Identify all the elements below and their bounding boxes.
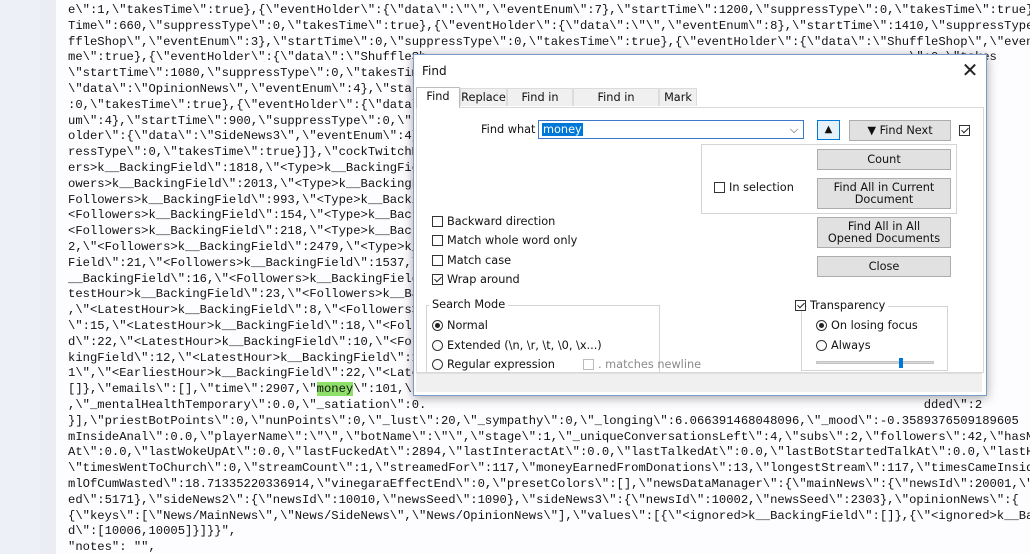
matches-newline-checkbox[interactable] [583, 359, 594, 370]
find-what-label: Find what : [481, 123, 543, 136]
dialog-title: Find [422, 64, 447, 78]
backward-direction-checkbox[interactable] [432, 216, 443, 227]
code-text: mInsideAnal\":0.0,\"playerName\":\"\",\"… [68, 429, 1030, 444]
transparency-slider-thumb[interactable] [899, 358, 903, 368]
always-radio[interactable] [816, 340, 827, 351]
code-text: At\":0.0,\"lastWokeUpAt\":0.0,\"lastFuck… [68, 445, 1030, 460]
transparency-slider[interactable] [816, 358, 934, 368]
code-text: d\":[10006,10005]}]}}", [68, 524, 237, 539]
code-text: Time\":660,\"suppressType\":0,\"takesTim… [68, 18, 1030, 33]
code-line: d\":[10006,10005]}]}}", [68, 523, 236, 539]
always-label: Always [831, 339, 871, 352]
find-what-input[interactable]: money [542, 123, 583, 136]
mode-normal-radio[interactable] [432, 320, 443, 331]
tab-find-in-files[interactable]: Find in Files [507, 88, 573, 122]
code-line: ffleShop\",\"eventEnum\":3},\"startTime\… [68, 34, 1030, 50]
backward-direction-label: Backward direction [447, 215, 556, 228]
fold-margin [40, 0, 56, 554]
code-text: "notes": "", [68, 540, 156, 554]
mode-regex-radio[interactable] [432, 359, 443, 370]
code-text: ffleShop\",\"eventEnum\":3},\"startTime\… [68, 34, 1030, 49]
match-case-label: Match case [447, 254, 512, 267]
close-icon[interactable]: ✕ [954, 55, 986, 87]
match-case-checkbox[interactable] [432, 255, 443, 266]
find-next-button[interactable]: ▼ Find Next [849, 120, 951, 141]
transparency-checkbox[interactable] [795, 300, 806, 311]
find-what-combobox[interactable]: money ⌵ [538, 120, 804, 139]
code-line: At\":0.0,\"lastWokeUpAt\":0.0,\"lastFuck… [68, 444, 1030, 460]
transparency-label: Transparency [807, 299, 889, 312]
code-text: mlOfCumWasted\":18.71335220336914,\"vine… [68, 477, 1030, 491]
match-whole-word-checkbox[interactable] [432, 235, 443, 246]
code-line: \"timesWentToChurch\":0,\"streamCount\":… [68, 460, 1030, 476]
tab-strip: Find Replace Find in Files Find in Proje… [414, 87, 986, 122]
code-line: {\"keys\":[\"News/MainNews\",\"News/Side… [68, 508, 1030, 524]
on-losing-focus-label: On losing focus [831, 319, 918, 332]
tab-mark[interactable]: Mark [659, 88, 697, 106]
find-all-current-document-button[interactable]: Find All in Current Document [817, 178, 951, 209]
code-line: e\":1,\"takesTime\":true},{\"eventHolder… [68, 2, 1030, 18]
code-line: }],\"priestBotPoints\":0,\"nunPoints\":0… [68, 413, 1019, 429]
code-text: []},\"emails\":[],\"time\":2907,\" [68, 382, 317, 397]
code-text: e\":1,\"takesTime\":true},{\"eventHolder… [68, 3, 1030, 17]
code-line: mInsideAnal\":0.0,\"playerName\":\"\",\"… [68, 429, 1030, 445]
in-selection-checkbox[interactable] [714, 182, 725, 193]
mode-extended-radio[interactable] [432, 340, 443, 351]
tab-find[interactable]: Find [416, 87, 460, 108]
line-number-margin [0, 0, 40, 554]
code-text: }],\"priestBotPoints\":0,\"nunPoints\":0… [68, 413, 1019, 428]
tab-replace[interactable]: Replace [460, 88, 507, 106]
dialog-titlebar[interactable]: Find ✕ [414, 55, 986, 87]
search-mode-title: Search Mode [429, 298, 509, 311]
close-button[interactable]: Close [817, 256, 951, 277]
search-match-highlight: money [316, 382, 354, 397]
count-button[interactable]: Count [817, 149, 951, 170]
find-all-opened-documents-button[interactable]: Find All in All Opened Documents [817, 217, 951, 248]
wrap-around-checkbox[interactable] [432, 274, 443, 285]
code-line: Time\":660,\"suppressType\":0,\"takesTim… [68, 18, 1030, 34]
mode-normal-label: Normal [447, 319, 488, 332]
match-whole-word-label: Match whole word only [447, 234, 578, 247]
code-line: "notes": "", [68, 539, 156, 554]
code-line: mlOfCumWasted\":18.71335220336914,\"vine… [68, 476, 1030, 492]
on-losing-focus-radio[interactable] [816, 320, 827, 331]
code-line: ,\"_mentalHealthTemporary\":0.0,\"_satia… [68, 397, 982, 413]
code-text: ed\":5171},\"sideNews2\":{\"newsId\":100… [68, 492, 1019, 507]
status-bar [416, 373, 982, 392]
find-next-option-checkbox[interactable] [959, 125, 970, 136]
mode-regex-label: Regular expression [447, 358, 555, 371]
wrap-around-label: Wrap around [447, 273, 520, 286]
matches-newline-label: . matches newline [598, 358, 702, 371]
in-selection-label: In selection [729, 181, 794, 194]
tab-find-in-projects[interactable]: Find in Projects [573, 88, 659, 122]
chevron-down-icon[interactable]: ⌵ [787, 122, 801, 137]
code-text: {\"keys\":[\"News/MainNews\",\"News/Side… [68, 508, 1030, 523]
code-text: ,\"_mentalHealthTemporary\":0.0,\"_satia… [68, 398, 983, 412]
find-dialog: Find ✕ Find Replace Find in Files Find i… [413, 54, 987, 396]
search-up-button[interactable]: ▲ [817, 120, 840, 140]
code-text: \"timesWentToChurch\":0,\"streamCount\":… [68, 461, 1030, 476]
mode-extended-label: Extended (\n, \r, \t, \0, \x...) [447, 339, 602, 352]
code-line: ed\":5171},\"sideNews2\":{\"newsId\":100… [68, 492, 1019, 508]
